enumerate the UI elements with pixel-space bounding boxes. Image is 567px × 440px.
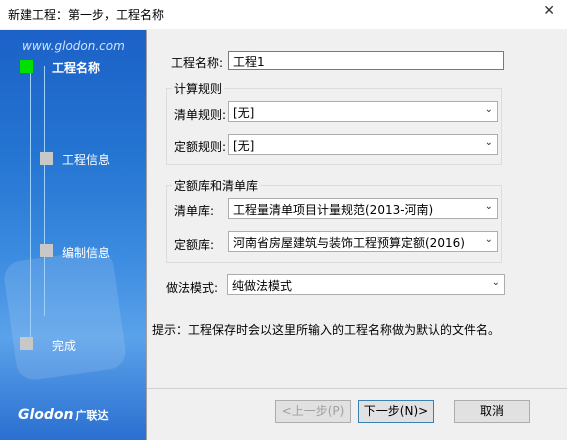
method-label: 做法模式: (166, 281, 219, 295)
title-bar: 新建工程：第一步，工程名称 ✕ (0, 0, 567, 29)
chevron-down-icon: ⌄ (484, 201, 493, 212)
quota-rule-select[interactable]: [无] ⌄ (228, 134, 498, 155)
step-compile-info: 编制信息 (62, 246, 111, 260)
step-marker (40, 152, 53, 165)
quota-lib-select[interactable]: 河南省房屋建筑与装饰工程预算定额(2016) ⌄ (228, 231, 498, 252)
step-project-name: 工程名称 (52, 61, 101, 75)
chevron-down-icon: ⌄ (484, 104, 493, 115)
step-connector (30, 66, 31, 347)
step-project-info: 工程信息 (62, 153, 111, 167)
close-icon[interactable]: ✕ (543, 3, 555, 19)
hint-text: 提示：工程保存时会以这里所输入的工程名称做为默认的文件名。 (152, 323, 501, 337)
chevron-down-icon: ⌄ (484, 137, 493, 148)
project-name-input[interactable]: 工程1 (228, 51, 504, 70)
bill-lib-select[interactable]: 工程量清单项目计量规范(2013-河南) ⌄ (228, 198, 498, 219)
window-title: 新建工程：第一步，工程名称 (8, 8, 165, 22)
step-marker (20, 337, 33, 350)
glodon-logo: Glodon 广联达 (18, 407, 109, 423)
quota-rule-value: [无] (233, 139, 255, 153)
logo-cn-text: 广联达 (75, 409, 109, 422)
footer-divider (147, 388, 567, 389)
bill-rule-select[interactable]: [无] ⌄ (228, 101, 498, 122)
cancel-button[interactable]: 取消 (454, 400, 530, 423)
new-project-dialog: 新建工程：第一步，工程名称 ✕ www.glodon.com 工程名称 工程信息… (0, 0, 567, 440)
quota-lib-label: 定额库: (174, 238, 215, 252)
calc-rules-title: 计算规则 (172, 80, 225, 97)
quota-rule-label: 定额规则: (174, 140, 227, 154)
logo-text: Glodon (18, 407, 74, 423)
bill-rule-value: [无] (233, 106, 255, 120)
step-marker (40, 244, 53, 257)
wizard-sidebar: www.glodon.com 工程名称 工程信息 编制信息 完成 Glodon 广… (0, 30, 147, 440)
method-value: 纯做法模式 (232, 279, 293, 293)
chevron-down-icon: ⌄ (484, 234, 493, 245)
step-connector (44, 66, 45, 316)
quota-lib-value: 河南省房屋建筑与装饰工程预算定额(2016) (233, 236, 465, 250)
library-title: 定额库和清单库 (172, 177, 261, 194)
project-name-label: 工程名称: (171, 56, 224, 70)
glodon-watermark-icon (2, 247, 128, 383)
step-marker-active (20, 60, 33, 73)
chevron-down-icon: ⌄ (491, 277, 500, 288)
site-url: www.glodon.com (22, 39, 125, 53)
next-button[interactable]: 下一步(N)> (358, 400, 434, 423)
prev-button[interactable]: <上一步(P) (275, 400, 351, 423)
bill-lib-label: 清单库: (174, 204, 215, 218)
method-select[interactable]: 纯做法模式 ⌄ (227, 274, 505, 295)
bill-lib-value: 工程量清单项目计量规范(2013-河南) (233, 203, 434, 217)
step-finish: 完成 (52, 339, 77, 353)
bill-rule-label: 清单规则: (174, 108, 227, 122)
wizard-content: 工程名称: 工程1 计算规则 清单规则: [无] ⌄ 定额规则: [无] ⌄ 定… (147, 30, 567, 440)
